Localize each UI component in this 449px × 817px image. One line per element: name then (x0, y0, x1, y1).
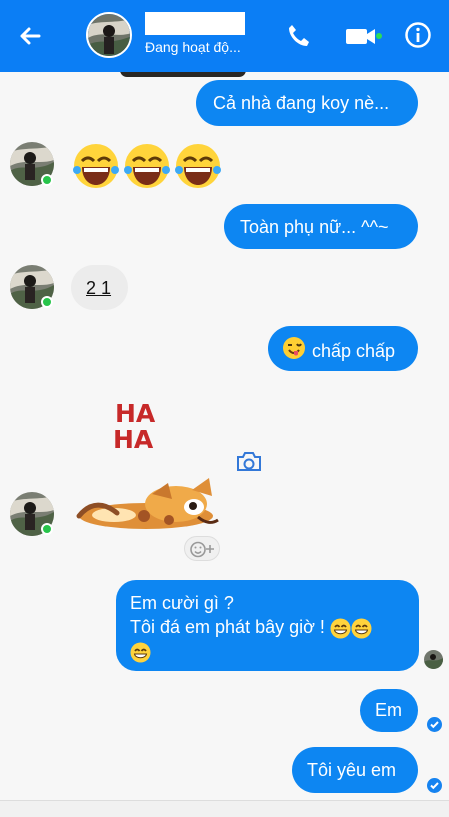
message-outgoing[interactable]: Tôi yêu em (292, 747, 418, 793)
message-outgoing[interactable]: Cả nhà đang koy nè... (196, 80, 418, 126)
info-icon[interactable] (404, 21, 432, 49)
phone-icon[interactable] (285, 22, 313, 50)
seen-avatar (424, 650, 443, 669)
grinning-emoji (130, 642, 151, 663)
grinning-tears-emoji (124, 144, 170, 188)
delivered-check-icon (427, 717, 442, 732)
message-outgoing[interactable]: Em (360, 689, 418, 732)
message-text: chấp chấp (312, 341, 396, 361)
online-indicator (41, 523, 53, 535)
delivered-check-icon (427, 778, 442, 793)
grinning-tears-emoji (73, 144, 119, 188)
message-line: Em cười gì ? (130, 593, 234, 613)
laughing-dog-sticker[interactable]: HA HA (113, 398, 186, 450)
sticker-text: HA HA (113, 399, 156, 450)
chat-header: Đang hoạt độ... (0, 0, 449, 72)
online-indicator (41, 174, 53, 186)
message-outgoing-with-emoji[interactable]: chấp chấp (268, 326, 418, 371)
online-indicator (41, 296, 53, 308)
back-arrow-icon[interactable] (14, 20, 46, 52)
contact-name-redaction (145, 12, 245, 35)
message-outgoing[interactable]: Toàn phụ nữ... ^^~ (224, 204, 418, 249)
add-reaction-icon (190, 541, 214, 558)
chat-screen: Đang hoạt độ... Cả nhà đang koy nè... To… (0, 0, 449, 817)
grinning-tears-emoji (175, 144, 221, 188)
contact-avatar[interactable] (86, 12, 132, 58)
video-camera-icon[interactable] (345, 22, 385, 50)
composer-edge (0, 800, 449, 817)
message-line-with-emoji: Tôi đá em phát bây giờ ! (130, 615, 405, 639)
grinning-emoji (330, 618, 351, 639)
grinning-emoji (351, 618, 372, 639)
laughing-emojis (73, 144, 221, 188)
laughing-dog-sticker[interactable] (74, 476, 220, 534)
active-status: Đang hoạt độ... (145, 39, 241, 55)
message-incoming[interactable]: 2 1 (71, 265, 128, 310)
add-reaction-button[interactable] (184, 536, 220, 561)
winking-tongue-emoji (283, 337, 305, 359)
message-outgoing-multiline[interactable]: Em cười gì ? Tôi đá em phát bây giờ ! (116, 580, 419, 671)
camera-icon[interactable] (235, 450, 263, 474)
